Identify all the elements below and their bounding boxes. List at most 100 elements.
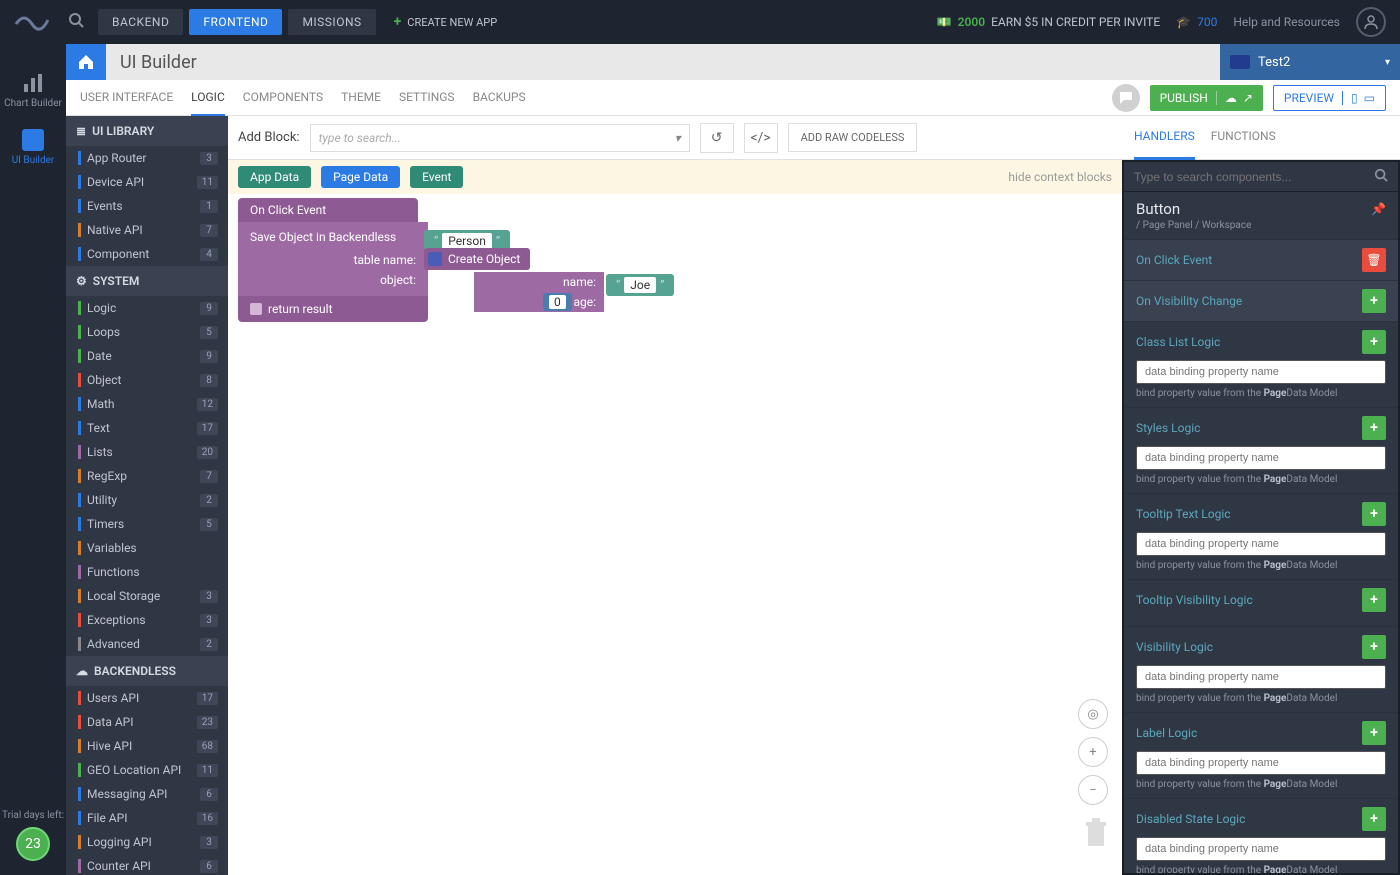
handler-on-visibility-change[interactable]: On Visibility Change+ xyxy=(1124,280,1398,321)
top-tab-frontend[interactable]: FRONTEND xyxy=(189,9,282,35)
sidebar-item-geo-location-api[interactable]: GEO Location API11 xyxy=(66,758,228,782)
sidebar-item-regexp[interactable]: RegExp7 xyxy=(66,464,228,488)
sidebar-item-loops[interactable]: Loops5 xyxy=(66,320,228,344)
sidebar-item-local-storage[interactable]: Local Storage3 xyxy=(66,584,228,608)
sidebar-item-counter-api[interactable]: Counter API6 xyxy=(66,854,228,875)
code-button[interactable]: </> xyxy=(744,123,778,153)
sub-tab-logic[interactable]: LOGIC xyxy=(191,80,225,117)
panel-tab-functions[interactable]: FUNCTIONS xyxy=(1211,115,1276,160)
name-value-block[interactable]: “Joe” xyxy=(606,274,674,296)
add-logic-button[interactable]: + xyxy=(1362,635,1386,659)
sub-tab-settings[interactable]: SETTINGS xyxy=(399,80,455,116)
color-indicator xyxy=(78,493,81,507)
grad-chip[interactable]: 🎓 700 xyxy=(1176,15,1217,29)
sidebar-item-native-api[interactable]: Native API7 xyxy=(66,218,228,242)
blocks-canvas[interactable]: On Click Event Save Object in Backendles… xyxy=(228,194,1122,875)
sidebar-item-math[interactable]: Math12 xyxy=(66,392,228,416)
panel-tab-handlers[interactable]: HANDLERS xyxy=(1134,115,1195,160)
sidebar-item-messaging-api[interactable]: Messaging API6 xyxy=(66,782,228,806)
binding-input[interactable] xyxy=(1136,665,1386,689)
gear-icon[interactable] xyxy=(428,252,442,266)
sidebar-item-lists[interactable]: Lists20 xyxy=(66,440,228,464)
sidebar-item-data-api[interactable]: Data API23 xyxy=(66,710,228,734)
add-logic-button[interactable]: + xyxy=(1362,721,1386,745)
sub-tab-backups[interactable]: BACKUPS xyxy=(473,80,526,116)
context-chip-event[interactable]: Event xyxy=(410,166,463,188)
delete-handler-button[interactable]: 🗑 xyxy=(1362,248,1386,272)
binding-input[interactable] xyxy=(1136,751,1386,775)
sidebar-item-variables[interactable]: Variables xyxy=(66,536,228,560)
sub-tab-user-interface[interactable]: USER INTERFACE xyxy=(80,80,173,116)
block-search-input[interactable]: type to search... xyxy=(310,124,690,152)
search-icon[interactable] xyxy=(68,12,84,32)
pin-icon[interactable]: 📌 xyxy=(1371,202,1386,216)
create-object-block[interactable]: Create Object xyxy=(424,248,530,270)
sidebar-item-date[interactable]: Date9 xyxy=(66,344,228,368)
top-tab-backend[interactable]: BACKEND xyxy=(98,9,183,35)
add-logic-button[interactable]: + xyxy=(1362,502,1386,526)
add-logic-button[interactable]: + xyxy=(1362,807,1386,831)
sidebar-item-file-api[interactable]: File API16 xyxy=(66,806,228,830)
rail-chart-builder[interactable]: Chart Builder xyxy=(4,72,62,109)
color-indicator xyxy=(78,175,81,189)
handler-on-click-event[interactable]: On Click Event🗑 xyxy=(1124,239,1398,280)
zoom-in-button[interactable]: + xyxy=(1078,737,1108,767)
sidebar-item-users-api[interactable]: Users API17 xyxy=(66,686,228,710)
sidebar-item-object[interactable]: Object8 xyxy=(66,368,228,392)
search-placeholder: type to search... xyxy=(319,131,401,145)
sidebar-item-device-api[interactable]: Device API11 xyxy=(66,170,228,194)
sidebar-item-hive-api[interactable]: Hive API68 xyxy=(66,734,228,758)
binding-input[interactable] xyxy=(1136,360,1386,384)
component-search-input[interactable] xyxy=(1134,170,1374,184)
context-chip-app-data[interactable]: App Data xyxy=(238,166,311,188)
help-link[interactable]: Help and Resources xyxy=(1233,15,1340,29)
center-button[interactable]: ◎ xyxy=(1078,699,1108,729)
sidebar-header-backendless[interactable]: ☁BACKENDLESS xyxy=(66,656,228,686)
chat-button[interactable] xyxy=(1112,84,1140,112)
add-raw-codeless-button[interactable]: ADD RAW CODELESS xyxy=(788,123,918,152)
sidebar-item-text[interactable]: Text17 xyxy=(66,416,228,440)
context-chip-page-data[interactable]: Page Data xyxy=(321,166,400,188)
binding-input[interactable] xyxy=(1136,532,1386,556)
undo-button[interactable]: ↺ xyxy=(700,123,734,153)
add-handler-button[interactable]: + xyxy=(1362,289,1386,313)
sub-tab-theme[interactable]: THEME xyxy=(341,80,381,116)
sidebar-item-timers[interactable]: Timers5 xyxy=(66,512,228,536)
avatar[interactable] xyxy=(1356,7,1386,37)
credit-chip[interactable]: 💵 2000 EARN $5 IN CREDIT PER INVITE xyxy=(937,15,1160,29)
preview-button[interactable]: PREVIEW ▯ ▭ xyxy=(1273,85,1386,111)
age-value-block[interactable]: 0 xyxy=(543,295,572,310)
create-app-button[interactable]: + CREATE NEW APP xyxy=(394,14,498,30)
binding-input[interactable] xyxy=(1136,446,1386,470)
sidebar-item-events[interactable]: Events1 xyxy=(66,194,228,218)
sidebar-item-app-router[interactable]: App Router3 xyxy=(66,146,228,170)
item-count: 11 xyxy=(197,176,218,189)
sidebar-item-exceptions[interactable]: Exceptions3 xyxy=(66,608,228,632)
sidebar-header-ui-library[interactable]: ≣UI LIBRARY xyxy=(66,116,228,146)
sidebar-item-component[interactable]: Component4 xyxy=(66,242,228,266)
sidebar-item-logging-api[interactable]: Logging API3 xyxy=(66,830,228,854)
publish-button[interactable]: PUBLISH ☁ ↗ xyxy=(1150,85,1263,111)
sub-tab-components[interactable]: COMPONENTS xyxy=(243,80,323,116)
sidebar-item-logic[interactable]: Logic9 xyxy=(66,296,228,320)
component-search[interactable] xyxy=(1124,162,1398,192)
top-tab-missions[interactable]: MISSIONS xyxy=(288,9,375,35)
return-checkbox[interactable] xyxy=(250,303,262,315)
hide-context-link[interactable]: hide context blocks xyxy=(1008,170,1112,184)
home-button[interactable] xyxy=(66,44,106,80)
binding-input[interactable] xyxy=(1136,837,1386,861)
sidebar-item-functions[interactable]: Functions xyxy=(66,560,228,584)
sidebar-item-utility[interactable]: Utility2 xyxy=(66,488,228,512)
rail-ui-builder[interactable]: UI Builder xyxy=(12,129,55,166)
zoom-out-button[interactable]: − xyxy=(1078,775,1108,805)
sidebar-item-advanced[interactable]: Advanced2 xyxy=(66,632,228,656)
item-count: 3 xyxy=(200,836,218,849)
add-logic-button[interactable]: + xyxy=(1362,330,1386,354)
add-logic-button[interactable]: + xyxy=(1362,588,1386,612)
trash-button[interactable] xyxy=(1084,818,1108,855)
add-logic-button[interactable]: + xyxy=(1362,416,1386,440)
return-result-row[interactable]: return result xyxy=(238,296,428,322)
app-selector[interactable]: Test2 xyxy=(1220,44,1400,80)
on-click-event-block[interactable]: On Click Event Save Object in Backendles… xyxy=(238,198,428,322)
sidebar-header-system[interactable]: ⚙SYSTEM xyxy=(66,266,228,296)
